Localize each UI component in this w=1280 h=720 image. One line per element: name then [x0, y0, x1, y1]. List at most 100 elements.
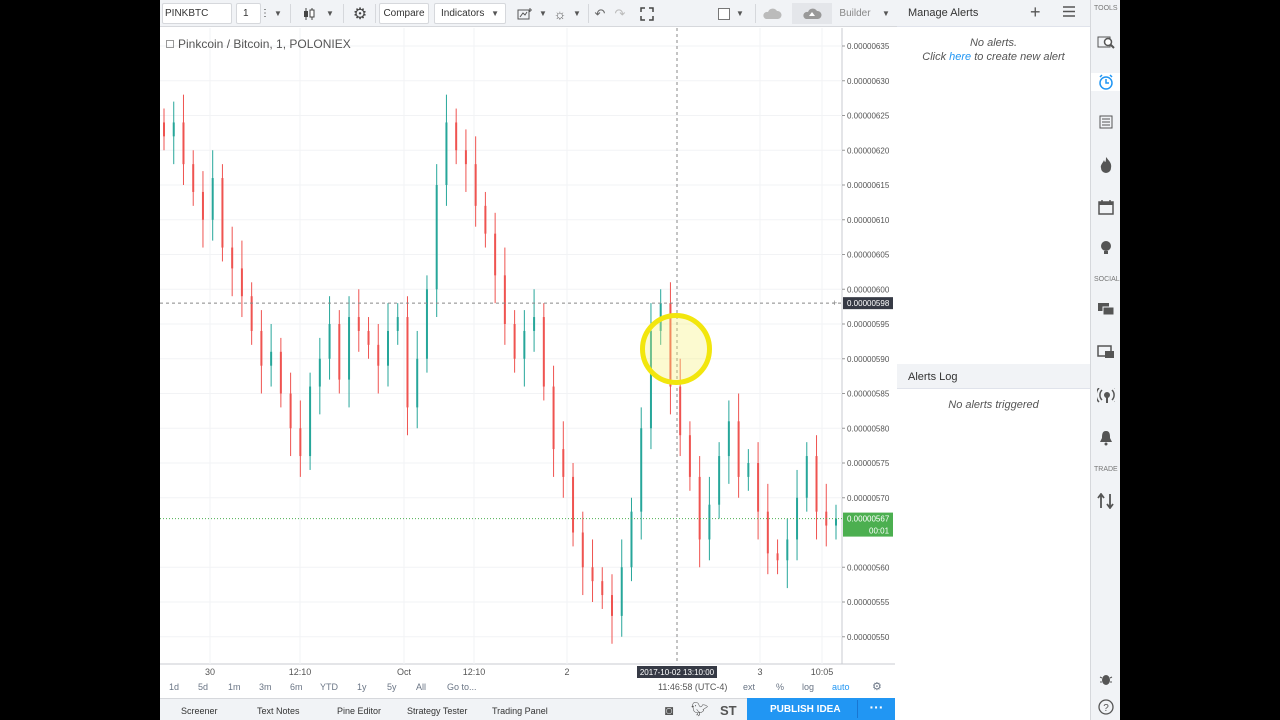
twitter-icon[interactable]: 🐦︎: [691, 701, 709, 718]
candle-body: [367, 330, 370, 345]
candle-body: [533, 317, 536, 331]
interval-input[interactable]: 1: [236, 3, 261, 24]
price-chart[interactable]: 0.00000635 0.00000630 0.00000625 0.00000620…: [160, 28, 895, 680]
fullscreen-icon[interactable]: [638, 3, 656, 24]
timeframe-1m[interactable]: 1m: [228, 682, 241, 692]
candle-body: [718, 456, 721, 505]
ideas-lightbulb-icon[interactable]: [1097, 239, 1115, 257]
interval-more-icon[interactable]: ⋮: [260, 3, 270, 24]
timeframe-5y[interactable]: 5y: [387, 682, 397, 692]
tab-text-notes[interactable]: Text Notes: [257, 706, 300, 716]
cloud-save-icon[interactable]: [792, 3, 832, 24]
undo-icon[interactable]: ↶: [592, 3, 608, 24]
hotlist-flame-icon[interactable]: [1097, 156, 1115, 174]
ideas-dropdown[interactable]: ▼: [572, 3, 582, 24]
help-glyph: ?: [1098, 699, 1114, 715]
candle-body: [455, 122, 458, 151]
indicators-label: Indicators: [441, 8, 485, 19]
camera-icon[interactable]: ◙: [665, 702, 673, 718]
help-icon[interactable]: ?: [1097, 698, 1115, 716]
stream-glyph: [1097, 345, 1114, 358]
chart-templates-icon: [517, 7, 532, 19]
timeframe-ytd[interactable]: YTD: [320, 682, 338, 692]
bug-report-icon[interactable]: [1097, 670, 1115, 688]
create-alert-link[interactable]: here: [949, 51, 971, 63]
more-options-icon[interactable]: ···: [857, 700, 895, 718]
y-tick-label: 0.00000630: [847, 77, 890, 86]
timeframe-5d[interactable]: 5d: [198, 682, 208, 692]
tab-pine-editor[interactable]: Pine Editor: [337, 706, 381, 716]
percent-toggle[interactable]: %: [776, 682, 784, 692]
candle-body: [260, 330, 263, 366]
collapse-legend-icon[interactable]: [166, 40, 174, 48]
candle-body: [640, 428, 643, 512]
chevron-down-icon: ▼: [274, 9, 282, 18]
streams-icon[interactable]: [1097, 343, 1115, 361]
add-alert-icon[interactable]: +: [1030, 2, 1041, 23]
interval-dropdown[interactable]: ▼: [272, 3, 284, 24]
social-label: SOCIAL: [1094, 276, 1120, 283]
data-window-icon[interactable]: [1097, 33, 1115, 51]
templates-button[interactable]: [515, 3, 535, 24]
broadcast-icon[interactable]: [1097, 387, 1115, 405]
candle-body: [630, 511, 633, 568]
chart-style-dropdown[interactable]: ▼: [324, 3, 336, 24]
candle-body: [270, 351, 273, 366]
candle-body: [435, 185, 438, 290]
templates-dropdown[interactable]: ▼: [538, 3, 548, 24]
y-tick-label: 0.00000560: [847, 563, 890, 572]
chevron-down-icon: ▼: [539, 9, 547, 18]
candle-body: [474, 164, 477, 206]
timeframe-6m[interactable]: 6m: [290, 682, 303, 692]
tab-trading-panel[interactable]: Trading Panel: [492, 706, 548, 716]
goto-date-button[interactable]: Go to...: [447, 682, 477, 692]
candle-body: [309, 386, 312, 457]
chats-icon[interactable]: [1097, 301, 1115, 319]
notifications-bell-icon[interactable]: [1097, 429, 1115, 447]
log-toggle[interactable]: log: [802, 682, 814, 692]
layout-dropdown[interactable]: ▼: [735, 3, 745, 24]
timeframe-1y[interactable]: 1y: [357, 682, 367, 692]
chart-layout-button[interactable]: [717, 3, 731, 24]
publish-idea-button[interactable]: PUBLISH IDEA ···: [747, 698, 895, 720]
y-tick-label: 0.00000600: [847, 285, 890, 294]
chart-pane[interactable]: 0.00000635 0.00000630 0.00000625 0.00000620…: [160, 28, 895, 680]
candle-body: [445, 122, 448, 185]
x-tick-label: 30: [205, 667, 215, 677]
stocktwits-icon[interactable]: ST: [720, 703, 737, 718]
create-alert-hint: Click here to create new alert: [897, 51, 1090, 63]
builder-dropdown[interactable]: ▼: [880, 3, 892, 24]
watchlist-icon[interactable]: [1097, 113, 1115, 131]
ext-toggle[interactable]: ext: [743, 682, 755, 692]
calendar-icon[interactable]: [1097, 198, 1115, 216]
settings-gear-icon[interactable]: ⚙: [350, 3, 370, 24]
candles-icon: [304, 7, 315, 20]
indicators-button[interactable]: Indicators ▼: [434, 3, 506, 24]
alerts-list-icon[interactable]: [1063, 6, 1075, 20]
scale-settings-gear-icon[interactable]: ⚙: [872, 680, 882, 693]
candle-body: [776, 553, 779, 561]
lightbulb-icon[interactable]: ☼: [550, 3, 570, 24]
compare-button[interactable]: Compare: [379, 3, 429, 24]
timeframe-all[interactable]: All: [416, 682, 426, 692]
symbol-search-input[interactable]: PINKBTC: [162, 3, 232, 24]
candle-body: [464, 150, 467, 165]
timeframe-3m[interactable]: 3m: [259, 682, 272, 692]
tab-screener[interactable]: Screener: [181, 706, 218, 716]
builder-button[interactable]: Builder: [835, 3, 875, 24]
y-tick-label: 0.00000595: [847, 320, 890, 329]
candle-body: [425, 289, 428, 359]
cloud-load-icon[interactable]: [760, 3, 784, 24]
trading-arrows-icon[interactable]: [1097, 492, 1115, 510]
compare-label: Compare: [383, 8, 425, 19]
redo-icon[interactable]: ↷: [612, 3, 628, 24]
candles-style-button[interactable]: [300, 3, 318, 24]
candle-body: [182, 122, 185, 165]
timeframe-1d[interactable]: 1d: [169, 682, 179, 692]
auto-toggle[interactable]: auto: [832, 682, 850, 692]
y-tick-label: 0.00000550: [847, 633, 890, 642]
alarm-clock-icon[interactable]: [1091, 73, 1120, 91]
y-tick-label: 0.00000580: [847, 424, 890, 433]
tab-strategy-tester[interactable]: Strategy Tester: [407, 706, 467, 716]
x-tick-label: 10:05: [811, 667, 834, 677]
